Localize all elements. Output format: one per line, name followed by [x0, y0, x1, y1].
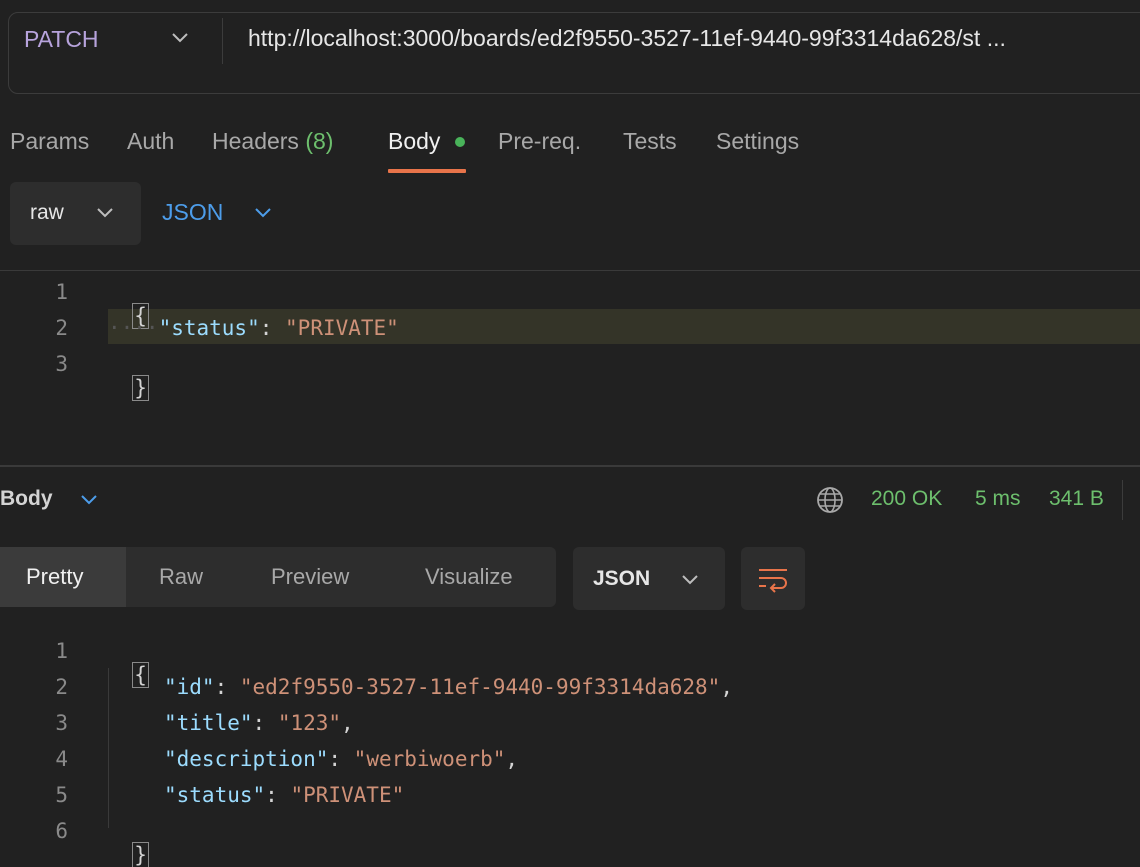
tab-body[interactable]: Body: [388, 128, 440, 155]
view-visualize[interactable]: Visualize: [425, 564, 513, 590]
chevron-down-icon[interactable]: [253, 205, 273, 219]
response-time[interactable]: 5 ms: [975, 487, 1021, 511]
chevron-down-icon[interactable]: [170, 30, 190, 44]
chevron-down-icon[interactable]: [80, 492, 98, 506]
tab-headers-label: Headers: [212, 128, 299, 154]
line-number: 3: [55, 711, 68, 735]
divider: [1122, 480, 1123, 520]
json-comma: ,: [505, 747, 519, 771]
line-number: 4: [55, 747, 68, 771]
tab-tests[interactable]: Tests: [623, 128, 677, 155]
line-number: 6: [55, 819, 68, 843]
tab-settings[interactable]: Settings: [716, 128, 799, 155]
json-line: }: [108, 819, 149, 867]
globe-icon[interactable]: [816, 486, 844, 514]
json-comma: ,: [720, 675, 733, 699]
chevron-down-icon[interactable]: [680, 572, 700, 586]
url-input[interactable]: http://localhost:3000/boards/ed2f9550-35…: [248, 25, 1006, 52]
json-colon: :: [265, 783, 291, 807]
active-tab-indicator: [388, 169, 466, 173]
whitespace-dots: ····: [108, 316, 159, 340]
headers-count: (8): [305, 128, 334, 154]
json-line: ····"status": "PRIVATE": [108, 316, 399, 340]
view-preview[interactable]: Preview: [271, 564, 349, 590]
close-brace: }: [132, 375, 149, 401]
json-key: "status": [158, 316, 260, 340]
json-line: "status": "PRIVATE": [164, 783, 404, 807]
line-number: 1: [55, 280, 68, 304]
json-value: "PRIVATE": [290, 783, 405, 807]
line-number: 5: [55, 783, 68, 807]
body-modified-dot: [455, 137, 465, 147]
tab-headers[interactable]: Headers (8): [212, 128, 333, 155]
body-format-select[interactable]: JSON: [162, 199, 223, 226]
view-pretty[interactable]: Pretty: [26, 564, 83, 590]
line-number: 3: [55, 352, 68, 376]
divider: [0, 270, 1140, 271]
view-raw[interactable]: Raw: [159, 564, 203, 590]
json-colon: :: [214, 675, 240, 699]
response-size[interactable]: 341 B: [1049, 487, 1104, 511]
chevron-down-icon[interactable]: [95, 205, 115, 219]
tab-auth[interactable]: Auth: [127, 128, 174, 155]
json-key: "description": [164, 747, 329, 771]
json-key: "title": [164, 711, 253, 735]
json-line: }: [108, 352, 149, 401]
open-brace: {: [132, 662, 149, 688]
json-key: "id": [164, 675, 215, 699]
json-value: "123": [277, 711, 342, 735]
line-number: 1: [55, 639, 68, 663]
json-line: "description": "werbiwoerb",: [164, 747, 518, 771]
line-number: 2: [55, 316, 68, 340]
json-colon: :: [328, 747, 354, 771]
indent-guide: [108, 668, 109, 828]
status-code[interactable]: 200 OK: [871, 487, 942, 511]
divider: [222, 18, 223, 64]
wrap-lines-icon: [759, 569, 787, 593]
response-body-viewer[interactable]: {: [108, 639, 149, 688]
divider: [0, 465, 1140, 467]
response-format-label: JSON: [593, 567, 651, 590]
json-colon: :: [252, 711, 278, 735]
method-select[interactable]: PATCH: [24, 26, 99, 53]
json-value: "ed2f9550-3527-11ef-9440-99f3314da628": [239, 675, 721, 699]
response-section-label[interactable]: Body: [0, 487, 53, 511]
tab-params[interactable]: Params: [10, 128, 89, 155]
line-number: 2: [55, 675, 68, 699]
json-key: "status": [164, 783, 266, 807]
json-line: "title": "123",: [164, 711, 354, 735]
body-type-label: raw: [30, 201, 64, 224]
json-value: "PRIVATE": [285, 316, 399, 340]
json-colon: :: [259, 316, 286, 340]
json-comma: ,: [341, 711, 354, 735]
json-line: "id": "ed2f9550-3527-11ef-9440-99f3314da…: [164, 675, 733, 699]
json-value: "werbiwoerb": [353, 747, 506, 771]
tab-pre-request[interactable]: Pre-req.: [498, 128, 581, 155]
close-brace: }: [132, 842, 149, 867]
